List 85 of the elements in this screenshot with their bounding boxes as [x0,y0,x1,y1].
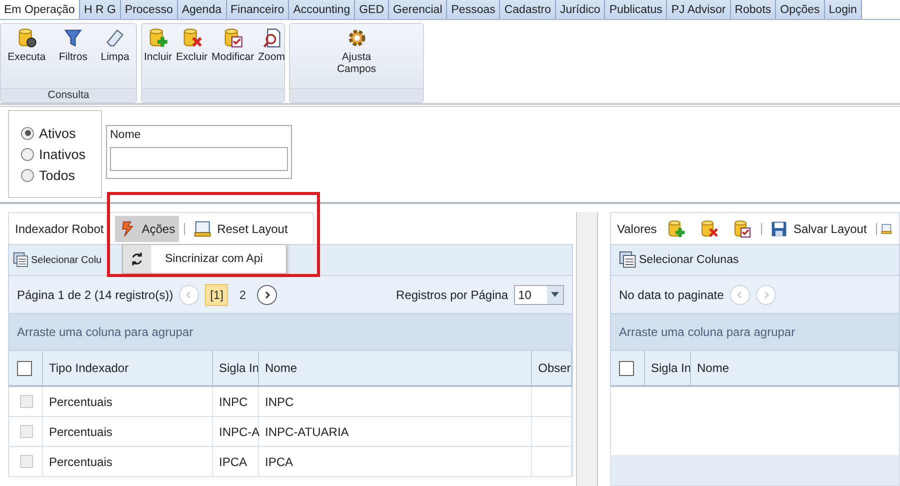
magnifier-document-icon [260,27,283,49]
page-number[interactable]: 2 [234,284,252,306]
menu-tab[interactable]: Login [824,0,862,19]
ribbon-group-label: Consulta [1,88,136,102]
select-all-checkbox[interactable] [619,360,634,376]
row-checkbox[interactable] [20,455,33,468]
menu-tab[interactable]: Pessoas [447,0,500,19]
chevron-right-icon [762,290,770,298]
columns-icon [619,251,637,269]
ribbon-button[interactable]: Modificar [210,27,256,77]
database-plus-icon [666,218,686,238]
chevron-left-icon [185,290,194,298]
column-header[interactable]: Tipo Indexador [43,351,213,385]
funnel-icon [62,27,84,49]
page-size-select[interactable]: 10 [514,284,564,304]
menu-tab[interactable]: PJ Advisor [667,0,731,19]
database-cross-icon [698,218,719,238]
menu-tab[interactable]: Gerencial [389,0,448,19]
database-plus-icon [147,27,169,49]
ribbon-button[interactable]: Excluir [174,27,210,77]
menu-tab[interactable]: Jurídico [556,0,606,19]
table-cell: IPCA [213,447,259,476]
next-page-button[interactable] [257,284,278,304]
menu-tab[interactable]: Opções [776,0,825,19]
table-cell: IPCA [259,447,532,476]
refresh-icon [129,251,145,267]
radio-button[interactable] [21,168,34,182]
ruler-window-icon [194,220,212,238]
table-cell: Percentuais [43,417,213,446]
ribbon-button[interactable]: Incluir [142,27,174,77]
column-header[interactable]: Sigla In [645,351,691,385]
chevron-left-icon [736,290,744,298]
menu-tab[interactable]: GED [355,0,390,19]
caret-icon [551,292,560,297]
reset-layout-button[interactable]: Reset Layout [190,216,292,242]
table-cell: INPC-ATUARIA [259,417,532,446]
column-header[interactable]: Nome [259,351,532,385]
panel-title: Valores [617,222,657,236]
table-cell: INPC-A [213,417,259,446]
column-header[interactable]: Obser [532,351,572,385]
group-hint: Arraste uma coluna para agrupar [619,325,796,339]
name-input-field[interactable] [110,147,288,171]
menu-item[interactable]: Sincrinizar com Api [123,245,263,273]
table-cell: INPC [259,387,532,416]
ribbon-button[interactable]: Filtros [56,27,90,77]
menu-tab[interactable]: H R G [80,0,121,19]
actions-menu-button[interactable]: Ações [114,216,180,242]
row-checkbox[interactable] [20,425,33,438]
menu-tab[interactable]: Accounting [289,0,356,19]
table-cell: Percentuais [43,447,213,476]
menu-tab[interactable]: Financeiro [226,0,290,19]
panel-title: Indexador Robot [15,222,104,236]
status-radio[interactable]: Ativos [21,126,101,140]
ribbon-button[interactable]: Executa [6,27,48,77]
database-check-icon [732,218,752,238]
columns-icon [13,252,29,268]
status-radio[interactable]: Todos [21,168,101,182]
ribbon-button[interactable]: Ajusta Campos [322,27,392,77]
select-all-checkbox[interactable] [17,360,32,376]
ribbon-button[interactable]: Limpa [98,27,132,77]
table-cell: INPC [213,387,259,416]
pager-summary: No data to paginate [619,288,724,302]
page-number[interactable]: [1] [205,284,228,306]
group-hint: Arraste uma coluna para agrupar [17,325,194,339]
pager-summary: Página 1 de 2 (14 registro(s)) [17,288,174,302]
ribbon-button[interactable]: Zoom [256,27,287,77]
chevron-right-icon [263,290,272,298]
page-size-label: Registros por Página [396,288,508,302]
column-header[interactable]: Sigla In [213,351,259,385]
column-chooser-button[interactable]: Selecionar Colunas [619,251,739,269]
row-checkbox[interactable] [20,395,33,408]
eraser-icon [104,27,126,49]
radio-button[interactable] [21,126,34,140]
column-chooser-button[interactable]: Selecionar Colu [13,252,102,268]
save-layout-button[interactable]: Salvar Layout [766,216,871,242]
menu-tab[interactable]: Processo [120,0,178,19]
name-label: Nome [110,129,142,141]
menu-tab[interactable]: Cadastro [500,0,556,19]
menu-tab[interactable]: Robots [730,0,776,19]
table-cell: Percentuais [43,387,213,416]
status-radio[interactable]: Inativos [21,146,101,162]
column-header[interactable]: Nome [691,351,899,385]
menu-tab[interactable]: Agenda [178,0,226,19]
radio-button[interactable] [21,148,34,160]
menu-tab[interactable]: Publicatus [605,0,668,19]
